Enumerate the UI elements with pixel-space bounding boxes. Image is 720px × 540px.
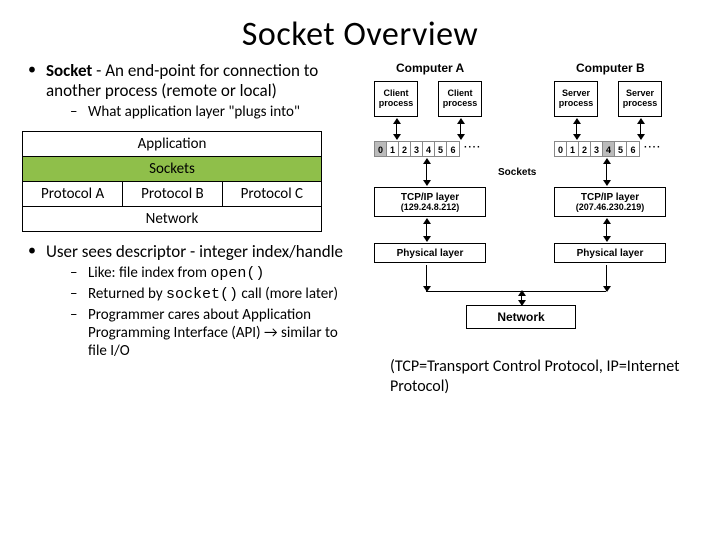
bullet-list-2: User sees descriptor - integer index/han… bbox=[18, 242, 358, 360]
arrow-icon bbox=[640, 119, 641, 139]
physical-layer-a: Physical layer bbox=[374, 243, 486, 263]
bullet-2-pre: User sees bbox=[46, 241, 116, 262]
stack-sockets: Sockets bbox=[23, 157, 322, 182]
protocol-stack-table: Application Sockets Protocol A Protocol … bbox=[22, 131, 322, 232]
slide-title: Socket Overview bbox=[0, 0, 720, 61]
bullet-2-sub2: Returned by socket() call (more later) bbox=[76, 285, 358, 304]
network-box: Network bbox=[466, 305, 576, 329]
right-column: Computer A Computer B Client process Cli… bbox=[358, 61, 698, 397]
stack-protocol-a: Protocol A bbox=[23, 182, 123, 207]
arrow-icon bbox=[396, 119, 397, 139]
tcpip-layer-a: TCP/IP layer (129.24.8.212) bbox=[374, 187, 486, 217]
arrow-icon bbox=[576, 119, 577, 139]
slide-content: Socket - An end-point for connection to … bbox=[0, 61, 720, 397]
arrow-down-icon bbox=[606, 265, 607, 291]
label-computer-b: Computer B bbox=[576, 61, 645, 75]
dots-icon: ···· bbox=[464, 142, 481, 153]
server-process-1: Server process bbox=[554, 81, 598, 117]
label-sockets: Sockets bbox=[498, 167, 536, 178]
network-diagram: Computer A Computer B Client process Cli… bbox=[366, 61, 696, 351]
ports-row-b: 0 1 2 3 4 5 6 bbox=[554, 141, 640, 157]
footnote-tcp-ip: (TCP=Transport Control Protocol, IP=Inte… bbox=[366, 351, 698, 397]
tcpip-b-ip: (207.46.230.219) bbox=[576, 203, 645, 213]
bullet-1-term: Socket bbox=[46, 60, 92, 81]
bullet-1-sublist: What application layer "plugs into" bbox=[46, 103, 358, 121]
b2s2-post: call (more later) bbox=[238, 285, 338, 303]
label-computer-a: Computer A bbox=[396, 61, 464, 75]
client-process-1: Client process bbox=[374, 81, 418, 117]
bullet-2-sub1: Like: file index from open() bbox=[76, 264, 358, 283]
arrow-down-icon bbox=[426, 265, 427, 291]
arrow-icon bbox=[426, 159, 427, 185]
bullet-2-rest: - integer index/handle bbox=[186, 241, 343, 262]
bullet-2: User sees descriptor - integer index/han… bbox=[32, 242, 358, 360]
bullet-1: Socket - An end-point for connection to … bbox=[32, 61, 358, 121]
stack-protocol-b: Protocol B bbox=[123, 182, 223, 207]
tcpip-a-ip: (129.24.8.212) bbox=[401, 203, 460, 213]
b2s2-pre: Returned by bbox=[88, 285, 166, 303]
client-process-2: Client process bbox=[438, 81, 482, 117]
arrow-icon bbox=[521, 291, 522, 305]
bullet-1-sub1: What application layer "plugs into" bbox=[76, 103, 358, 121]
bullet-list-1: Socket - An end-point for connection to … bbox=[18, 61, 358, 121]
stack-app: Application bbox=[23, 132, 322, 157]
arrow-icon bbox=[606, 219, 607, 241]
tcpip-b-l1: TCP/IP layer bbox=[581, 192, 639, 203]
bullet-2-sub3: Programmer cares about Application Progr… bbox=[76, 306, 358, 360]
bullet-2-sublist: Like: file index from open() Returned by… bbox=[46, 264, 358, 360]
dots-icon: ···· bbox=[644, 142, 661, 153]
tcpip-a-l1: TCP/IP layer bbox=[401, 192, 459, 203]
ports-row-a: 0 1 2 3 4 5 6 bbox=[374, 141, 460, 157]
physical-layer-b: Physical layer bbox=[554, 243, 666, 263]
arrow-icon bbox=[606, 159, 607, 185]
b2s2-code: socket() bbox=[166, 286, 238, 303]
network-line bbox=[426, 291, 606, 292]
bullet-2-term: descriptor bbox=[116, 241, 186, 262]
arrow-icon bbox=[460, 119, 461, 139]
tcpip-layer-b: TCP/IP layer (207.46.230.219) bbox=[554, 187, 666, 217]
arrow-icon bbox=[426, 219, 427, 241]
server-process-2: Server process bbox=[618, 81, 662, 117]
b2s1-pre: Like: file index from bbox=[88, 264, 210, 282]
stack-protocol-c: Protocol C bbox=[222, 182, 321, 207]
stack-network: Network bbox=[23, 207, 322, 232]
b2s1-code: open() bbox=[210, 265, 264, 282]
left-column: Socket - An end-point for connection to … bbox=[18, 61, 358, 397]
